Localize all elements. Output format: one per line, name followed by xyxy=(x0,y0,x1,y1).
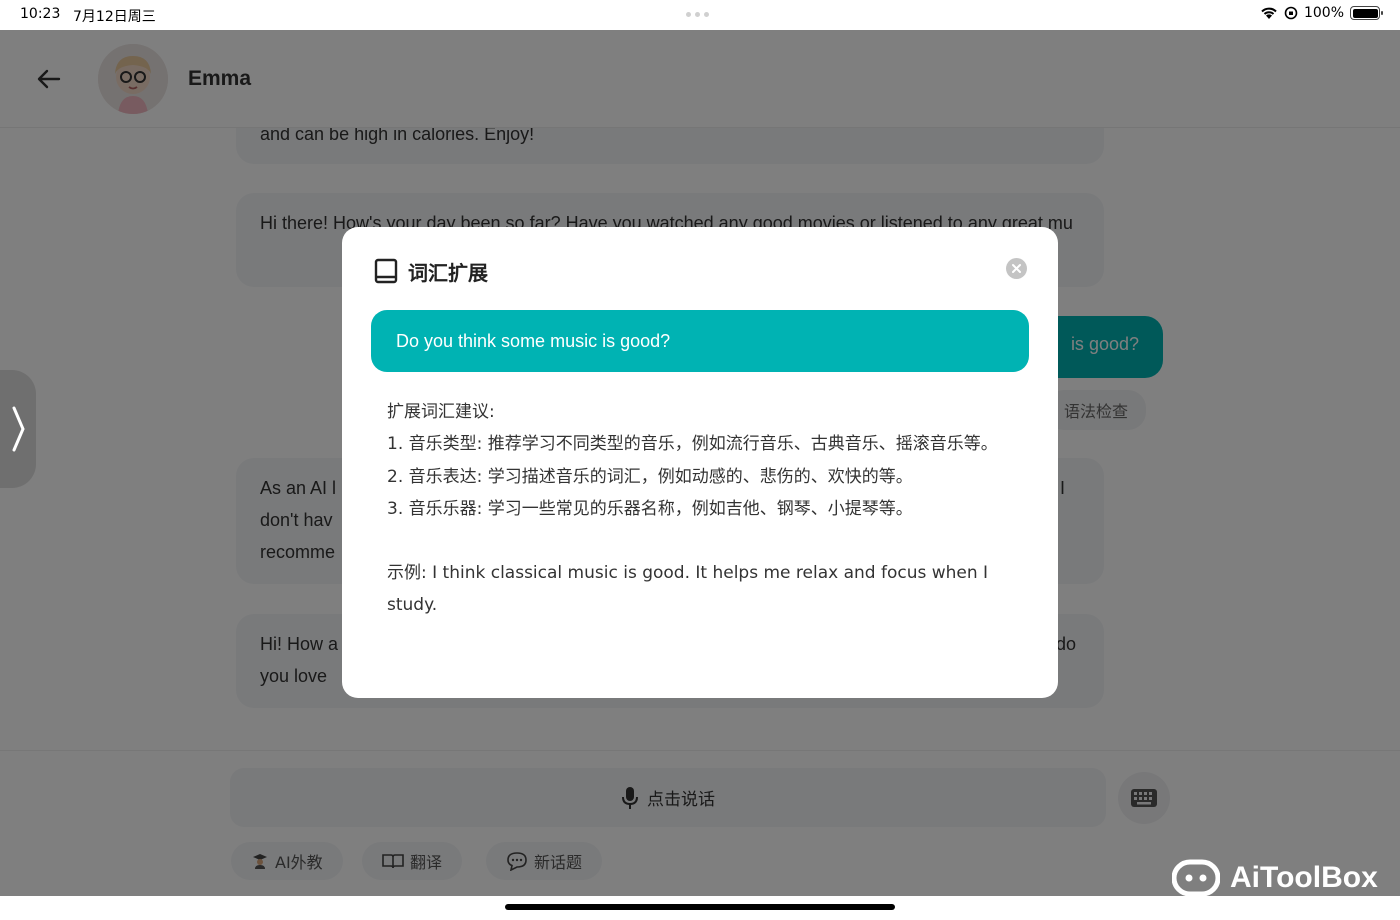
suggestion-body: 扩展词汇建议: 1. 音乐类型: 推荐学习不同类型的音乐，例如流行音乐、古典音乐… xyxy=(387,396,1017,622)
watermark: AiToolBox xyxy=(1172,856,1378,900)
suggestion-item: 2. 音乐表达: 学习描述音乐的词汇，例如动感的、悲伤的、欢快的等。 xyxy=(387,466,913,487)
status-date: 7月12日周三 xyxy=(73,9,156,25)
status-bar: 10:23 7月12日周三 100% xyxy=(0,0,1400,30)
wifi-icon xyxy=(1261,7,1277,19)
battery-fill xyxy=(1352,8,1378,18)
suggestion-item: 1. 音乐类型: 推荐学习不同类型的音乐，例如流行音乐、古典音乐、摇滚音乐等。 xyxy=(387,434,998,455)
watermark-logo-icon xyxy=(1172,859,1220,897)
battery-icon xyxy=(1350,6,1383,20)
dialog-title: 词汇扩展 xyxy=(408,261,488,285)
side-drawer-toggle[interactable] xyxy=(0,370,36,488)
vocabulary-expansion-dialog: 词汇扩展 Do you think some music is good? 扩展… xyxy=(342,227,1058,698)
close-icon xyxy=(1012,264,1021,273)
orientation-lock-icon xyxy=(1284,6,1298,20)
chevron-right-icon xyxy=(12,406,25,452)
close-button[interactable] xyxy=(1006,258,1027,279)
suggestion-item: 3. 音乐乐器: 学习一些常见的乐器名称，例如吉他、钢琴、小提琴等。 xyxy=(387,498,913,519)
source-sentence: Do you think some music is good? xyxy=(371,310,1029,372)
suggestion-heading: 扩展词汇建议: xyxy=(387,402,495,422)
multitask-dots-icon[interactable] xyxy=(686,12,709,17)
watermark-text: AiToolBox xyxy=(1230,861,1378,894)
home-indicator[interactable] xyxy=(505,904,895,910)
example-sentence: 示例: I think classical music is good. It … xyxy=(387,563,989,616)
status-time: 10:23 xyxy=(20,6,61,22)
status-indicators: 100% xyxy=(1260,5,1383,21)
battery-percent: 100% xyxy=(1303,5,1344,21)
book-icon xyxy=(374,258,398,284)
